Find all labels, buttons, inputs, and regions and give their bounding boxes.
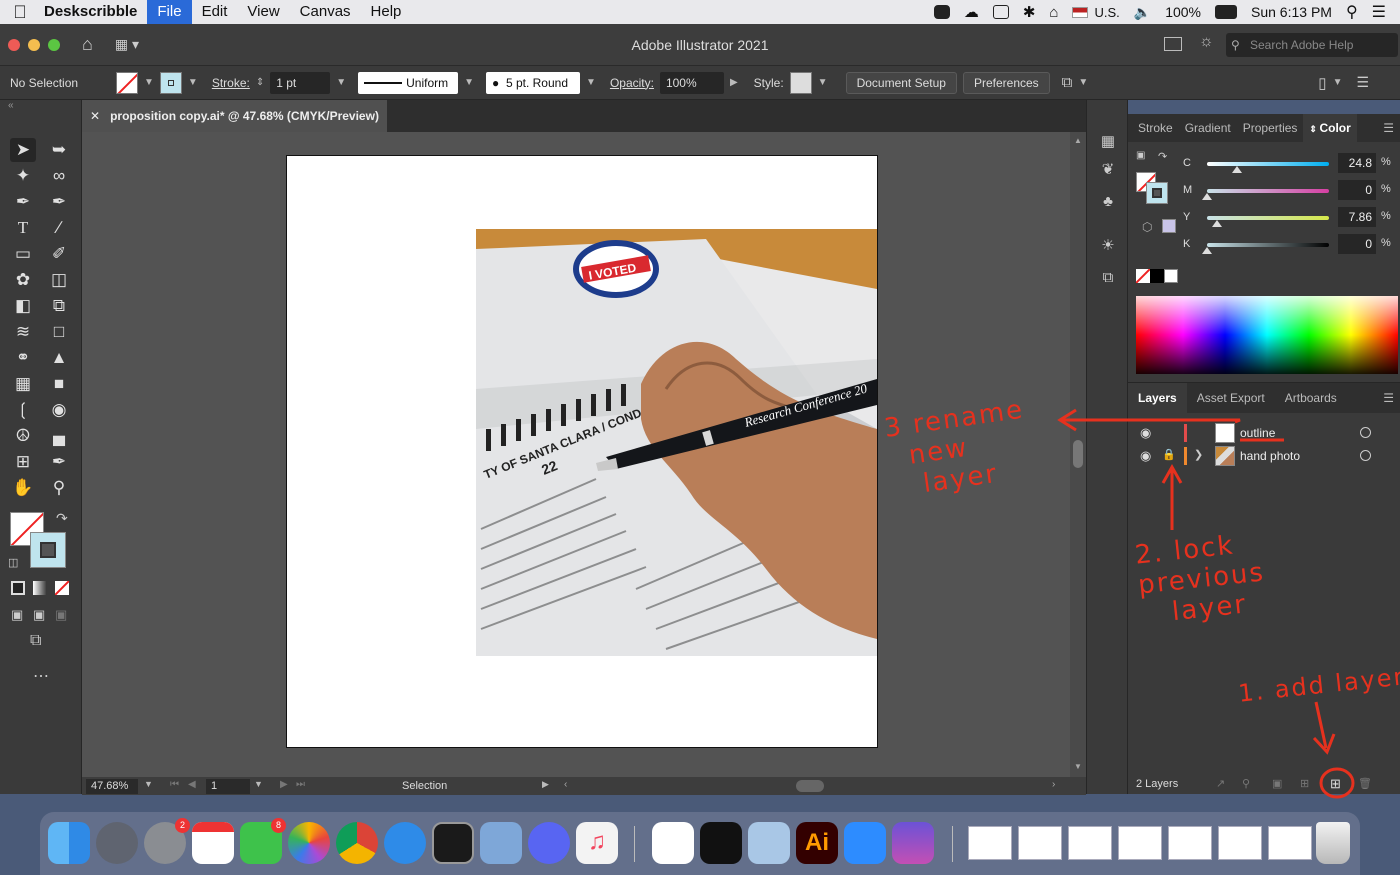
music-icon[interactable]: ♫ <box>576 822 618 864</box>
annotation-lock-previous-layer: 2. lock previous layer <box>1133 530 1267 631</box>
circle-add-layer-button <box>1319 767 1355 799</box>
zoom-icon[interactable] <box>844 822 886 864</box>
notification-badge: 2 <box>175 818 190 833</box>
minimized-window-thumbnail[interactable] <box>1118 826 1162 860</box>
dock-separator <box>952 826 953 862</box>
annotation-overlay <box>1057 408 1355 799</box>
music-note-icon: ♫ <box>588 828 606 855</box>
screenshot-app-icon[interactable] <box>892 822 934 864</box>
facetime-icon[interactable]: 8 <box>240 818 286 864</box>
activity-monitor-icon[interactable] <box>432 822 474 864</box>
trash-icon[interactable] <box>1316 822 1350 864</box>
notification-badge: 8 <box>271 818 286 833</box>
launchpad-icon[interactable] <box>96 822 138 864</box>
macos-dock: 2 8 ♫ Ai <box>40 812 1360 875</box>
discord-icon[interactable] <box>528 822 570 864</box>
minimized-window-thumbnail[interactable] <box>1068 826 1112 860</box>
illustrator-icon[interactable]: Ai <box>796 822 838 864</box>
slack-icon[interactable] <box>652 822 694 864</box>
minimized-window-thumbnail[interactable] <box>1168 826 1212 860</box>
minimized-window-thumbnail[interactable] <box>968 826 1012 860</box>
minimized-window-thumbnail[interactable] <box>1268 826 1312 860</box>
arrow-to-layer-name <box>1062 418 1241 424</box>
mail-stamp-icon[interactable] <box>748 822 790 864</box>
calendar-header-icon <box>192 822 234 832</box>
dock-separator <box>634 826 635 862</box>
safari-icon[interactable] <box>384 822 426 864</box>
system-preferences-icon[interactable]: 2 <box>144 818 190 864</box>
terminal-icon[interactable] <box>700 822 742 864</box>
finder-icon[interactable] <box>48 822 90 864</box>
minimized-window-thumbnail[interactable] <box>1018 826 1062 860</box>
minimized-window-thumbnail[interactable] <box>1218 826 1262 860</box>
chrome-icon[interactable] <box>336 822 378 864</box>
preview-icon[interactable] <box>480 822 522 864</box>
photos-icon[interactable] <box>288 822 330 864</box>
calendar-icon[interactable] <box>192 822 234 864</box>
